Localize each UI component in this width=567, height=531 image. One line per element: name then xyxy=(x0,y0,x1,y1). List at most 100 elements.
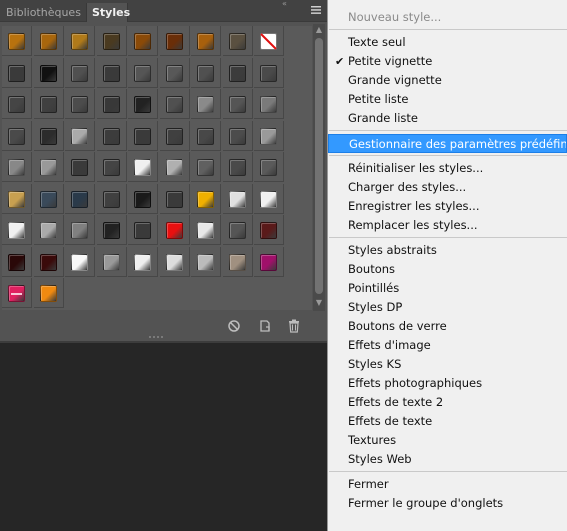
style-swatch[interactable] xyxy=(65,184,95,214)
style-swatch[interactable] xyxy=(191,89,221,119)
style-swatch[interactable] xyxy=(65,121,95,151)
style-swatch[interactable] xyxy=(65,89,95,119)
style-swatch[interactable] xyxy=(128,89,158,119)
style-swatch[interactable] xyxy=(160,215,190,245)
style-swatch[interactable] xyxy=(191,215,221,245)
menu-item-styles-abstraits[interactable]: Styles abstraits xyxy=(328,241,567,260)
panel-resize-grip[interactable] xyxy=(149,336,163,340)
trash-icon[interactable] xyxy=(286,318,302,334)
style-swatch[interactable] xyxy=(128,152,158,182)
menu-item-enregistrer-les-styles[interactable]: Enregistrer les styles... xyxy=(328,197,567,216)
style-swatch[interactable] xyxy=(191,247,221,277)
menu-item-boutons-de-verre[interactable]: Boutons de verre xyxy=(328,317,567,336)
style-swatch[interactable] xyxy=(254,89,284,119)
style-swatch[interactable] xyxy=(2,89,32,119)
style-swatch[interactable] xyxy=(97,215,127,245)
menu-item-gestionnaire-des-parametres-predefinis[interactable]: Gestionnaire des paramètres prédéfinis..… xyxy=(328,134,567,153)
menu-item-reinitialiser-les-styles[interactable]: Réinitialiser les styles... xyxy=(328,159,567,178)
menu-item-effets-photographiques[interactable]: Effets photographiques xyxy=(328,374,567,393)
menu-item-grande-liste[interactable]: Grande liste xyxy=(328,109,567,128)
panel-scrollbar[interactable]: ▲ ▼ xyxy=(313,24,325,311)
style-swatch[interactable] xyxy=(128,215,158,245)
style-swatch[interactable] xyxy=(254,58,284,88)
style-swatch[interactable] xyxy=(191,121,221,151)
style-swatch[interactable] xyxy=(34,152,64,182)
style-swatch[interactable] xyxy=(97,58,127,88)
style-swatch[interactable] xyxy=(97,26,127,56)
style-swatch[interactable] xyxy=(191,184,221,214)
style-swatch[interactable] xyxy=(65,58,95,88)
panel-menu-button[interactable] xyxy=(307,4,325,18)
style-swatch[interactable] xyxy=(65,247,95,277)
style-swatch[interactable] xyxy=(97,89,127,119)
style-swatch[interactable] xyxy=(97,121,127,151)
style-swatch[interactable] xyxy=(223,26,253,56)
style-swatch[interactable] xyxy=(65,152,95,182)
style-swatch[interactable] xyxy=(191,26,221,56)
style-swatch[interactable] xyxy=(160,58,190,88)
style-swatch[interactable] xyxy=(2,121,32,151)
style-swatch[interactable] xyxy=(128,121,158,151)
style-swatch[interactable] xyxy=(254,26,284,56)
menu-item-effets-de-texte[interactable]: Effets de texte xyxy=(328,412,567,431)
style-swatch[interactable] xyxy=(128,58,158,88)
style-swatch[interactable] xyxy=(34,215,64,245)
new-style-icon[interactable] xyxy=(257,318,273,334)
style-swatch[interactable] xyxy=(34,184,64,214)
tab-styles[interactable]: Styles xyxy=(86,3,130,22)
style-swatch[interactable] xyxy=(254,247,284,277)
style-swatch[interactable] xyxy=(223,152,253,182)
style-swatch[interactable] xyxy=(34,89,64,119)
style-swatch[interactable] xyxy=(97,247,127,277)
scroll-up-arrow-icon[interactable]: ▲ xyxy=(313,24,325,36)
style-swatch[interactable] xyxy=(97,152,127,182)
style-swatch[interactable] xyxy=(2,278,32,308)
style-swatch[interactable] xyxy=(65,26,95,56)
style-swatch[interactable] xyxy=(34,58,64,88)
style-swatch[interactable] xyxy=(128,26,158,56)
style-swatch[interactable] xyxy=(160,247,190,277)
menu-item-grande-vignette[interactable]: Grande vignette xyxy=(328,71,567,90)
menu-item-petite-vignette[interactable]: ✔ Petite vignette xyxy=(328,52,567,71)
style-swatch[interactable] xyxy=(2,58,32,88)
menu-item-styles-ks[interactable]: Styles KS xyxy=(328,355,567,374)
style-swatch[interactable] xyxy=(160,89,190,119)
style-swatch[interactable] xyxy=(223,89,253,119)
menu-item-textures[interactable]: Textures xyxy=(328,431,567,450)
style-swatch[interactable] xyxy=(128,184,158,214)
style-swatch[interactable] xyxy=(160,26,190,56)
menu-item-texte-seul[interactable]: Texte seul xyxy=(328,33,567,52)
menu-item-remplacer-les-styles[interactable]: Remplacer les styles... xyxy=(328,216,567,235)
menu-item-styles-dp[interactable]: Styles DP xyxy=(328,298,567,317)
menu-item-effets-de-texte-2[interactable]: Effets de texte 2 xyxy=(328,393,567,412)
style-swatch[interactable] xyxy=(97,184,127,214)
style-swatch[interactable] xyxy=(160,184,190,214)
style-swatch[interactable] xyxy=(223,215,253,245)
style-swatch[interactable] xyxy=(223,247,253,277)
scroll-down-arrow-icon[interactable]: ▼ xyxy=(313,297,325,309)
style-swatch[interactable] xyxy=(223,121,253,151)
style-swatch[interactable] xyxy=(223,58,253,88)
menu-item-effets-d-image[interactable]: Effets d'image xyxy=(328,336,567,355)
collapse-panel-icon[interactable]: « xyxy=(282,0,302,8)
no-style-icon[interactable] xyxy=(226,318,242,334)
style-swatch[interactable] xyxy=(2,247,32,277)
style-swatch[interactable] xyxy=(65,215,95,245)
style-swatch[interactable] xyxy=(34,121,64,151)
style-swatch[interactable] xyxy=(34,247,64,277)
style-swatch[interactable] xyxy=(191,152,221,182)
menu-item-styles-web[interactable]: Styles Web xyxy=(328,450,567,469)
style-swatch[interactable] xyxy=(34,26,64,56)
style-swatch[interactable] xyxy=(160,152,190,182)
style-swatch[interactable] xyxy=(128,247,158,277)
style-swatch[interactable] xyxy=(191,58,221,88)
menu-item-fermer-le-groupe-d-onglets[interactable]: Fermer le groupe d'onglets xyxy=(328,494,567,513)
menu-item-boutons[interactable]: Boutons xyxy=(328,260,567,279)
style-swatch[interactable] xyxy=(254,152,284,182)
scroll-thumb[interactable] xyxy=(315,38,323,294)
style-swatch[interactable] xyxy=(2,152,32,182)
menu-item-petite-liste[interactable]: Petite liste xyxy=(328,90,567,109)
style-swatch[interactable] xyxy=(160,121,190,151)
style-swatch[interactable] xyxy=(254,215,284,245)
menu-item-pointilles[interactable]: Pointillés xyxy=(328,279,567,298)
